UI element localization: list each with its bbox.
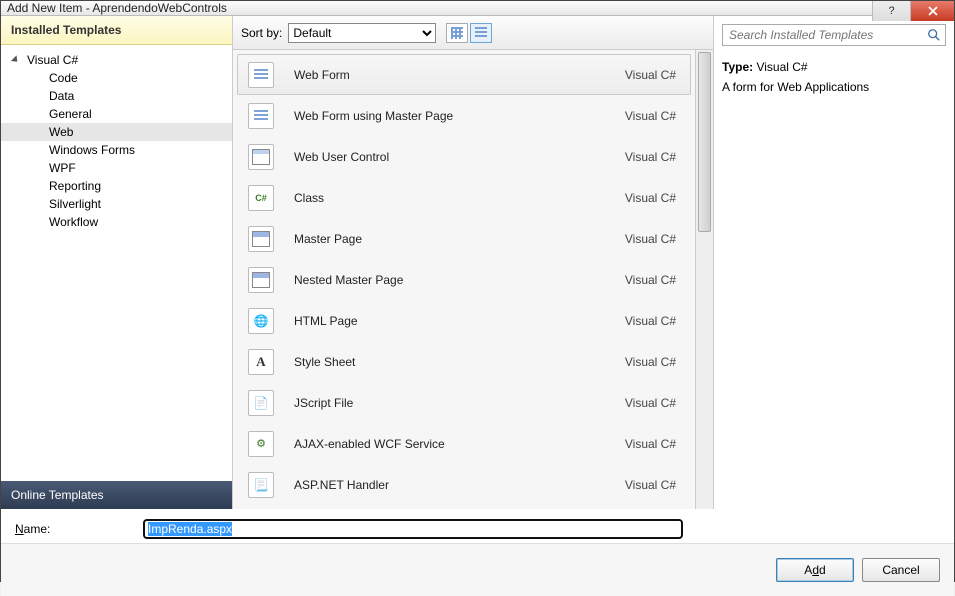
template-item[interactable]: Style SheetVisual C# <box>237 341 691 382</box>
template-language: Visual C# <box>625 150 680 164</box>
usercontrol-icon <box>248 144 274 170</box>
add-button[interactable]: Add <box>776 558 854 582</box>
window-title: Add New Item - AprendendoWebControls <box>7 1 227 15</box>
titlebar[interactable]: Add New Item - AprendendoWebControls ? <box>1 1 954 16</box>
details-panel: Type: Visual C# A form for Web Applicati… <box>714 16 954 509</box>
search-box[interactable] <box>722 24 946 46</box>
templates-tree: Visual C# CodeDataGeneralWebWindows Form… <box>1 45 232 481</box>
template-description: A form for Web Applications <box>722 80 946 94</box>
template-language: Visual C# <box>625 191 680 205</box>
form-icon <box>248 103 274 129</box>
template-list-panel: Sort by: Default Web FormVisual C#Web Fo… <box>233 16 714 509</box>
tree-root-label: Visual C# <box>27 53 78 67</box>
help-button[interactable]: ? <box>872 1 910 21</box>
template-language: Visual C# <box>625 273 680 287</box>
tree-root-visual-csharp[interactable]: Visual C# <box>1 51 232 69</box>
tree-item-code[interactable]: Code <box>1 69 232 87</box>
master-icon <box>248 267 274 293</box>
template-list[interactable]: Web FormVisual C#Web Form using Master P… <box>233 50 695 509</box>
search-icon[interactable] <box>927 28 941 42</box>
close-icon <box>928 6 938 16</box>
tree-item-web[interactable]: Web <box>1 123 232 141</box>
sort-label: Sort by: <box>241 26 282 40</box>
template-language: Visual C# <box>625 355 680 369</box>
template-name: Master Page <box>294 232 625 246</box>
sort-select[interactable]: Default <box>288 23 436 43</box>
tree-item-reporting[interactable]: Reporting <box>1 177 232 195</box>
template-name: Nested Master Page <box>294 273 625 287</box>
template-item[interactable]: HTML PageVisual C# <box>237 300 691 341</box>
class-icon <box>248 185 274 211</box>
type-value: Visual C# <box>756 60 807 74</box>
template-name: Class <box>294 191 625 205</box>
add-new-item-dialog: Add New Item - AprendendoWebControls ? I… <box>0 0 955 582</box>
sidebar: Installed Templates Visual C# CodeDataGe… <box>1 16 233 509</box>
template-name: JScript File <box>294 396 625 410</box>
template-name: Style Sheet <box>294 355 625 369</box>
vertical-scrollbar[interactable] <box>695 50 713 509</box>
name-label: Name: <box>15 522 135 536</box>
view-grid-button[interactable] <box>446 23 468 43</box>
template-language: Visual C# <box>625 232 680 246</box>
template-language: Visual C# <box>625 396 680 410</box>
dialog-buttons: Add Cancel <box>1 543 954 596</box>
html-icon <box>248 308 274 334</box>
template-name: Web Form using Master Page <box>294 109 625 123</box>
template-name: Web Form <box>294 68 625 82</box>
template-language: Visual C# <box>625 478 680 492</box>
template-name: ASP.NET Handler <box>294 478 625 492</box>
online-templates-section[interactable]: Online Templates <box>1 481 232 509</box>
template-language: Visual C# <box>625 314 680 328</box>
template-language: Visual C# <box>625 109 680 123</box>
template-name: Web User Control <box>294 150 625 164</box>
view-list-button[interactable] <box>470 23 492 43</box>
scrollbar-thumb[interactable] <box>698 52 711 232</box>
tree-item-general[interactable]: General <box>1 105 232 123</box>
sort-bar: Sort by: Default <box>233 16 713 50</box>
template-item[interactable]: JScript FileVisual C# <box>237 382 691 423</box>
template-language: Visual C# <box>625 68 680 82</box>
tree-item-wpf[interactable]: WPF <box>1 159 232 177</box>
grid-icon <box>451 27 463 39</box>
tree-item-silverlight[interactable]: Silverlight <box>1 195 232 213</box>
template-item[interactable]: ASP.NET HandlerVisual C# <box>237 464 691 505</box>
template-item[interactable]: Web User ControlVisual C# <box>237 136 691 177</box>
sidebar-header[interactable]: Installed Templates <box>1 16 232 45</box>
template-language: Visual C# <box>625 437 680 451</box>
form-icon <box>248 62 274 88</box>
close-button[interactable] <box>910 1 954 21</box>
list-icon <box>475 27 487 39</box>
expand-arrow-icon[interactable] <box>13 55 23 65</box>
hnd-icon <box>248 472 274 498</box>
template-item[interactable]: Master PageVisual C# <box>237 218 691 259</box>
cancel-button[interactable]: Cancel <box>862 558 940 582</box>
template-item[interactable]: Web FormVisual C# <box>237 54 691 95</box>
template-item[interactable]: AJAX-enabled WCF ServiceVisual C# <box>237 423 691 464</box>
template-item[interactable]: Web Form using Master PageVisual C# <box>237 95 691 136</box>
css-icon <box>248 349 274 375</box>
tree-item-workflow[interactable]: Workflow <box>1 213 232 231</box>
type-label: Type: <box>722 60 753 74</box>
template-name: HTML Page <box>294 314 625 328</box>
name-row: Name: <box>1 509 954 543</box>
template-item[interactable]: Nested Master PageVisual C# <box>237 259 691 300</box>
search-input[interactable] <box>727 27 927 43</box>
template-item[interactable]: ClassVisual C# <box>237 177 691 218</box>
master-icon <box>248 226 274 252</box>
js-icon <box>248 390 274 416</box>
svc-icon <box>248 431 274 457</box>
tree-item-windows-forms[interactable]: Windows Forms <box>1 141 232 159</box>
name-input[interactable] <box>143 519 683 539</box>
template-name: AJAX-enabled WCF Service <box>294 437 625 451</box>
tree-item-data[interactable]: Data <box>1 87 232 105</box>
